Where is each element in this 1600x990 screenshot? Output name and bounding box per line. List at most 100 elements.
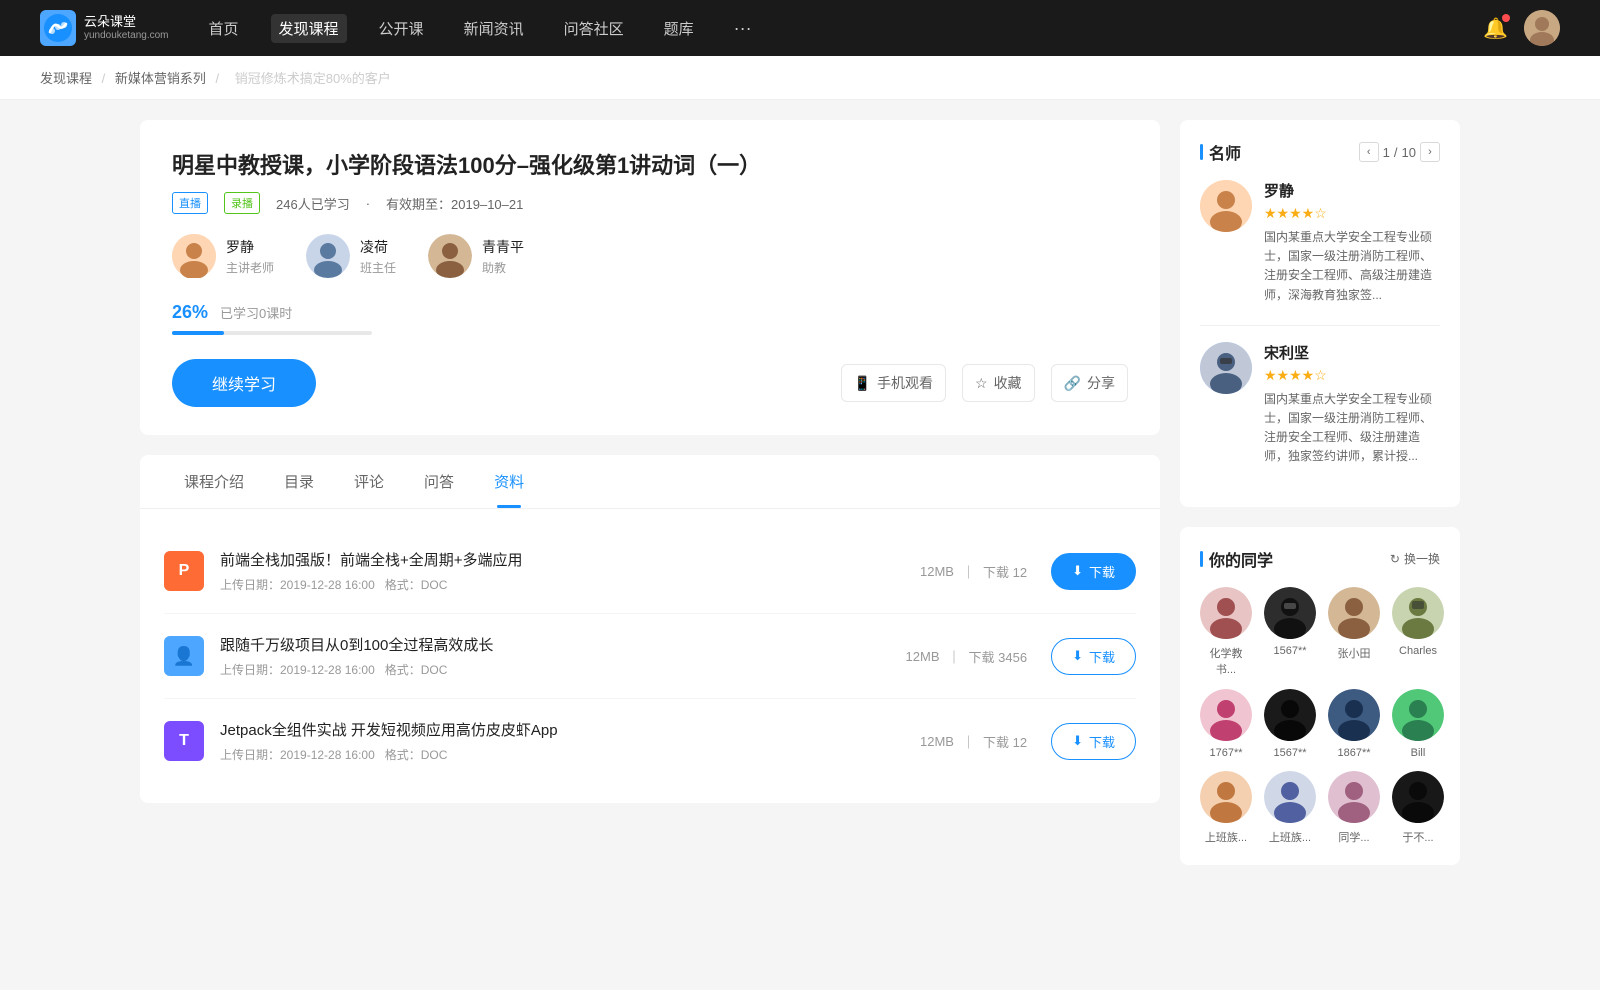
refresh-classmates-button[interactable]: ↻ 换一换 [1390,550,1440,567]
classmate-4-avatar [1200,689,1252,741]
bell-icon[interactable]: 🔔 [1483,16,1508,41]
classmate-8[interactable]: 上班族... [1200,771,1252,845]
course-students: 246人已学习 [276,194,350,213]
classmate-1[interactable]: 1567** [1264,587,1316,677]
nav-item-discover[interactable]: 发现课程 [271,14,347,43]
breadcrumb-sep-2: / [216,71,223,86]
share-icon: 🔗 [1064,375,1081,392]
classmates-card: 你的同学 ↻ 换一换 化学教书... 1567** [1180,527,1460,865]
next-page-button[interactable]: › [1420,142,1440,162]
mobile-watch-button[interactable]: 📱 手机观看 [841,364,946,402]
tab-intro[interactable]: 课程介绍 [164,455,264,508]
teacher-2-avatar [428,234,472,278]
tab-catalog[interactable]: 目录 [264,455,334,508]
resource-title-1: 跟随千万级项目从0到100全过程高效成长 [220,634,906,655]
download-button-0[interactable]: ⬇ 下载 [1051,553,1136,590]
teacher-2-name: 青青平 [482,237,524,257]
prev-page-button[interactable]: ‹ [1359,142,1379,162]
logo-text: 云朵课堂 yundouketang.com [84,14,169,42]
user-avatar[interactable] [1524,10,1560,46]
classmate-2[interactable]: 张小田 [1328,587,1380,677]
sidebar-teacher-0-desc: 国内某重点大学安全工程专业硕士，国家一级注册消防工程师、注册安全工程师、高级注册… [1264,228,1440,305]
resource-info-1: 跟随千万级项目从0到100全过程高效成长 上传日期：2019-12-28 16:… [220,634,906,678]
classmate-11-avatar [1392,771,1444,823]
nav-more-dots[interactable]: ··· [726,14,760,43]
breadcrumb-item-2[interactable]: 新媒体营销系列 [115,71,206,86]
classmate-3[interactable]: Charles [1392,587,1444,677]
nav-item-news[interactable]: 新闻资讯 [456,14,532,43]
teacher-divider [1200,325,1440,326]
classmate-7[interactable]: Bill [1392,689,1444,759]
nav-item-qa[interactable]: 问答社区 [556,14,632,43]
classmate-10-avatar [1328,771,1380,823]
download-icon-2: ⬇ [1072,733,1083,749]
tab-comments[interactable]: 评论 [334,455,404,508]
classmate-5-avatar [1264,689,1316,741]
classmate-9-avatar [1264,771,1316,823]
teachers-pagination: ‹ 1/10 › [1359,142,1440,162]
logo[interactable]: 云朵课堂 yundouketang.com [40,10,169,46]
teacher-2-info: 青青平 助教 [482,237,524,276]
teacher-0-name: 罗静 [226,237,274,257]
classmate-5[interactable]: 1567** [1264,689,1316,759]
classmate-9[interactable]: 上班族... [1264,771,1316,845]
classmate-11[interactable]: 于不... [1392,771,1444,845]
progress-bar-fill [172,331,224,335]
classmate-0[interactable]: 化学教书... [1200,587,1252,677]
share-button[interactable]: 🔗 分享 [1051,364,1128,402]
favorite-button[interactable]: ☆ 收藏 [962,364,1035,402]
nav-item-quiz[interactable]: 题库 [656,14,702,43]
breadcrumb-sep-1: / [102,71,109,86]
teacher-0: 罗静 主讲老师 [172,234,274,278]
nav-item-public[interactable]: 公开课 [371,14,432,43]
resource-title-0: 前端全栈加强版！前端全栈+全周期+多端应用 [220,549,920,570]
resource-meta-0: 上传日期：2019-12-28 16:00 格式：DOC [220,576,920,593]
teacher-2: 青青平 助教 [428,234,524,278]
right-sidebar: 名师 ‹ 1/10 › 罗静 ★★★★☆ 国内某重点大学安全工程专业硕士，国家一… [1180,120,1460,885]
teacher-1: 凌荷 班主任 [306,234,396,278]
course-actions: 继续学习 📱 手机观看 ☆ 收藏 🔗 分享 [172,359,1128,407]
breadcrumb-item-1[interactable]: 发现课程 [40,71,92,86]
teacher-1-name: 凌荷 [360,237,396,257]
teacher-0-role: 主讲老师 [226,259,274,276]
star-icon: ☆ [975,375,988,392]
navbar-right: 🔔 [1483,10,1560,46]
refresh-label: 换一换 [1404,550,1440,567]
tabs-header: 课程介绍 目录 评论 问答 资料 [140,455,1160,509]
main-container: 明星中教授课，小学阶段语法100分–强化级第1讲动词（一） 直播 录播 246人… [100,120,1500,885]
download-button-1[interactable]: ⬇ 下载 [1051,638,1136,675]
continue-learning-button[interactable]: 继续学习 [172,359,316,407]
course-header-card: 明星中教授课，小学阶段语法100分–强化级第1讲动词（一） 直播 录播 246人… [140,120,1160,435]
classmate-10-name: 同学... [1338,829,1369,845]
progress-label: 已学习0课时 [220,303,292,322]
sidebar-teacher-1-avatar [1200,342,1252,394]
classmate-1-avatar [1264,587,1316,639]
tab-qa[interactable]: 问答 [404,455,474,508]
classmate-4[interactable]: 1767** [1200,689,1252,759]
progress-bar-bg [172,331,372,335]
resource-stats-2: 12MB ｜ 下载 12 [920,732,1027,751]
tab-resources[interactable]: 资料 [474,455,544,508]
classmate-6[interactable]: 1867** [1328,689,1380,759]
resource-item-2: T Jetpack全组件实战 开发短视频应用高仿皮皮虾App 上传日期：2019… [164,699,1136,783]
download-icon-1: ⬇ [1072,648,1083,664]
classmate-7-avatar [1392,689,1444,741]
classmate-3-name: Charles [1399,645,1437,657]
sidebar-teacher-0: 罗静 ★★★★☆ 国内某重点大学安全工程专业硕士，国家一级注册消防工程师、注册安… [1200,180,1440,305]
classmate-6-name: 1867** [1337,747,1370,759]
classmate-3-avatar [1392,587,1444,639]
teachers-sidebar-title: 名师 [1200,140,1241,164]
resource-item-1: 👤 跟随千万级项目从0到100全过程高效成长 上传日期：2019-12-28 1… [164,614,1136,699]
classmate-1-name: 1567** [1273,645,1306,657]
breadcrumb: 发现课程 / 新媒体营销系列 / 销冠修炼术搞定80%的客户 [0,56,1600,100]
tabs-content: P 前端全栈加强版！前端全栈+全周期+多端应用 上传日期：2019-12-28 … [140,509,1160,803]
resource-meta-1: 上传日期：2019-12-28 16:00 格式：DOC [220,661,906,678]
classmates-card-header: 你的同学 ↻ 换一换 [1200,547,1440,571]
classmate-5-name: 1567** [1273,747,1306,759]
sidebar-teacher-1-info: 宋利坚 ★★★★☆ 国内某重点大学安全工程专业硕士，国家一级注册消防工程师、注册… [1264,342,1440,467]
sidebar-teacher-0-stars: ★★★★☆ [1264,205,1440,222]
nav-item-home[interactable]: 首页 [201,14,247,43]
download-button-2[interactable]: ⬇ 下载 [1051,723,1136,760]
teacher-0-avatar [172,234,216,278]
classmate-10[interactable]: 同学... [1328,771,1380,845]
